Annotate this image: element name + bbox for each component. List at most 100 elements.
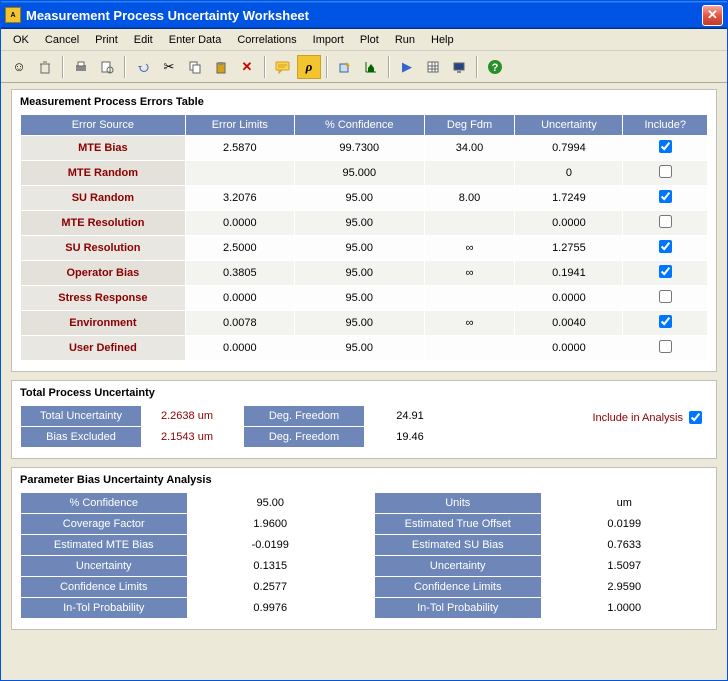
error-limits-cell[interactable]: 0.0078 [186,311,294,335]
bias-left-value-1[interactable]: 1.9600 [188,514,354,534]
trash-icon[interactable] [33,55,57,79]
bias-left-value-5[interactable]: 0.9976 [188,598,354,618]
menu-cancel[interactable]: Cancel [37,32,87,48]
table-row: MTE Resolution0.000095.000.0000 [21,211,707,235]
include-checkbox[interactable] [659,190,672,203]
deg-fdm-cell[interactable] [425,211,515,235]
pct-confidence-cell[interactable]: 99.7300 [295,136,424,160]
errors-table: Error SourceError Limits% ConfidenceDeg … [20,114,708,361]
menu-enter-data[interactable]: Enter Data [161,32,230,48]
include-checkbox[interactable] [659,315,672,328]
uncertainty-cell[interactable]: 0.0000 [515,211,622,235]
include-checkbox[interactable] [659,140,672,153]
deg-fdm-cell[interactable] [425,286,515,310]
pct-confidence-cell[interactable]: 95.00 [295,211,424,235]
print-icon[interactable] [69,55,93,79]
comment-icon[interactable] [271,55,295,79]
bias-left-value-0[interactable]: 95.00 [188,493,354,513]
uncertainty-cell[interactable]: 0.0000 [515,336,622,360]
bias-left-value-3[interactable]: 0.1315 [188,556,354,576]
include-checkbox[interactable] [659,165,672,178]
menu-import[interactable]: Import [305,32,352,48]
error-limits-cell[interactable]: 3.2076 [186,186,294,210]
deg-fdm-cell[interactable]: 34.00 [425,136,515,160]
print-preview-icon[interactable] [95,55,119,79]
uncertainty-cell[interactable]: 0.7994 [515,136,622,160]
include-checkbox[interactable] [659,215,672,228]
uncertainty-cell[interactable]: 0.0000 [515,286,622,310]
error-source-cell[interactable]: User Defined [21,336,185,360]
menu-ok[interactable]: OK [5,32,37,48]
close-button[interactable]: ✕ [702,5,723,26]
deg-fdm-cell[interactable]: 8.00 [425,186,515,210]
error-limits-cell[interactable]: 2.5870 [186,136,294,160]
menu-correlations[interactable]: Correlations [229,32,304,48]
screen-icon[interactable] [447,55,471,79]
toolbar-separator [264,56,266,78]
undo-icon[interactable] [131,55,155,79]
deg-fdm-cell[interactable] [425,336,515,360]
menu-edit[interactable]: Edit [126,32,161,48]
delete-icon[interactable]: ✕ [235,55,259,79]
play-icon[interactable]: ▶ [395,55,419,79]
export-icon[interactable] [333,55,357,79]
errors-table-panel: Measurement Process Errors Table Error S… [11,89,717,372]
bias-right-value-5[interactable]: 1.0000 [542,598,708,618]
error-limits-cell[interactable]: 2.5000 [186,236,294,260]
error-source-cell[interactable]: MTE Random [21,161,185,185]
error-limits-cell[interactable]: 0.0000 [186,286,294,310]
bias-right-value-1[interactable]: 0.0199 [542,514,708,534]
smiley-icon[interactable]: ☺ [7,55,31,79]
error-limits-cell[interactable] [186,161,294,185]
uncertainty-cell[interactable]: 0 [515,161,622,185]
include-analysis-checkbox[interactable] [689,411,702,424]
menu-run[interactable]: Run [387,32,423,48]
chart-icon[interactable] [359,55,383,79]
pct-confidence-cell[interactable]: 95.00 [295,186,424,210]
error-source-cell[interactable]: Operator Bias [21,261,185,285]
rho-icon[interactable]: ρ [297,55,321,79]
uncertainty-cell[interactable]: 0.0040 [515,311,622,335]
paste-icon[interactable] [209,55,233,79]
deg-fdm-cell[interactable]: ∞ [425,236,515,260]
bias-left-value-4[interactable]: 0.2577 [188,577,354,597]
cut-icon[interactable]: ✂ [157,55,181,79]
bias-right-value-0[interactable]: um [542,493,708,513]
uncertainty-cell[interactable]: 1.7249 [515,186,622,210]
menu-print[interactable]: Print [87,32,126,48]
pct-confidence-cell[interactable]: 95.000 [295,161,424,185]
include-checkbox[interactable] [659,340,672,353]
include-checkbox[interactable] [659,290,672,303]
uncertainty-cell[interactable]: 0.1941 [515,261,622,285]
error-source-cell[interactable]: MTE Bias [21,136,185,160]
bias-right-value-4[interactable]: 2.9590 [542,577,708,597]
grid-icon[interactable] [421,55,445,79]
bias-right-value-2[interactable]: 0.7633 [542,535,708,555]
include-checkbox[interactable] [659,265,672,278]
pct-confidence-cell[interactable]: 95.00 [295,311,424,335]
error-limits-cell[interactable]: 0.0000 [186,211,294,235]
bias-right-value-3[interactable]: 1.5097 [542,556,708,576]
deg-fdm-cell[interactable]: ∞ [425,311,515,335]
menu-help[interactable]: Help [423,32,462,48]
menu-plot[interactable]: Plot [352,32,387,48]
error-source-cell[interactable]: Environment [21,311,185,335]
uncertainty-cell[interactable]: 1.2755 [515,236,622,260]
pct-confidence-cell[interactable]: 95.00 [295,286,424,310]
deg-fdm-cell[interactable] [425,161,515,185]
error-limits-cell[interactable]: 0.0000 [186,336,294,360]
error-source-cell[interactable]: Stress Response [21,286,185,310]
error-source-cell[interactable]: SU Random [21,186,185,210]
deg-fdm-cell[interactable]: ∞ [425,261,515,285]
error-source-cell[interactable]: SU Resolution [21,236,185,260]
include-checkbox[interactable] [659,240,672,253]
pct-confidence-cell[interactable]: 95.00 [295,236,424,260]
pct-confidence-cell[interactable]: 95.00 [295,261,424,285]
bias-panel-title: Parameter Bias Uncertainty Analysis [20,474,708,486]
error-limits-cell[interactable]: 0.3805 [186,261,294,285]
pct-confidence-cell[interactable]: 95.00 [295,336,424,360]
bias-left-value-2[interactable]: -0.0199 [188,535,354,555]
copy-icon[interactable] [183,55,207,79]
error-source-cell[interactable]: MTE Resolution [21,211,185,235]
help-icon[interactable]: ? [483,55,507,79]
